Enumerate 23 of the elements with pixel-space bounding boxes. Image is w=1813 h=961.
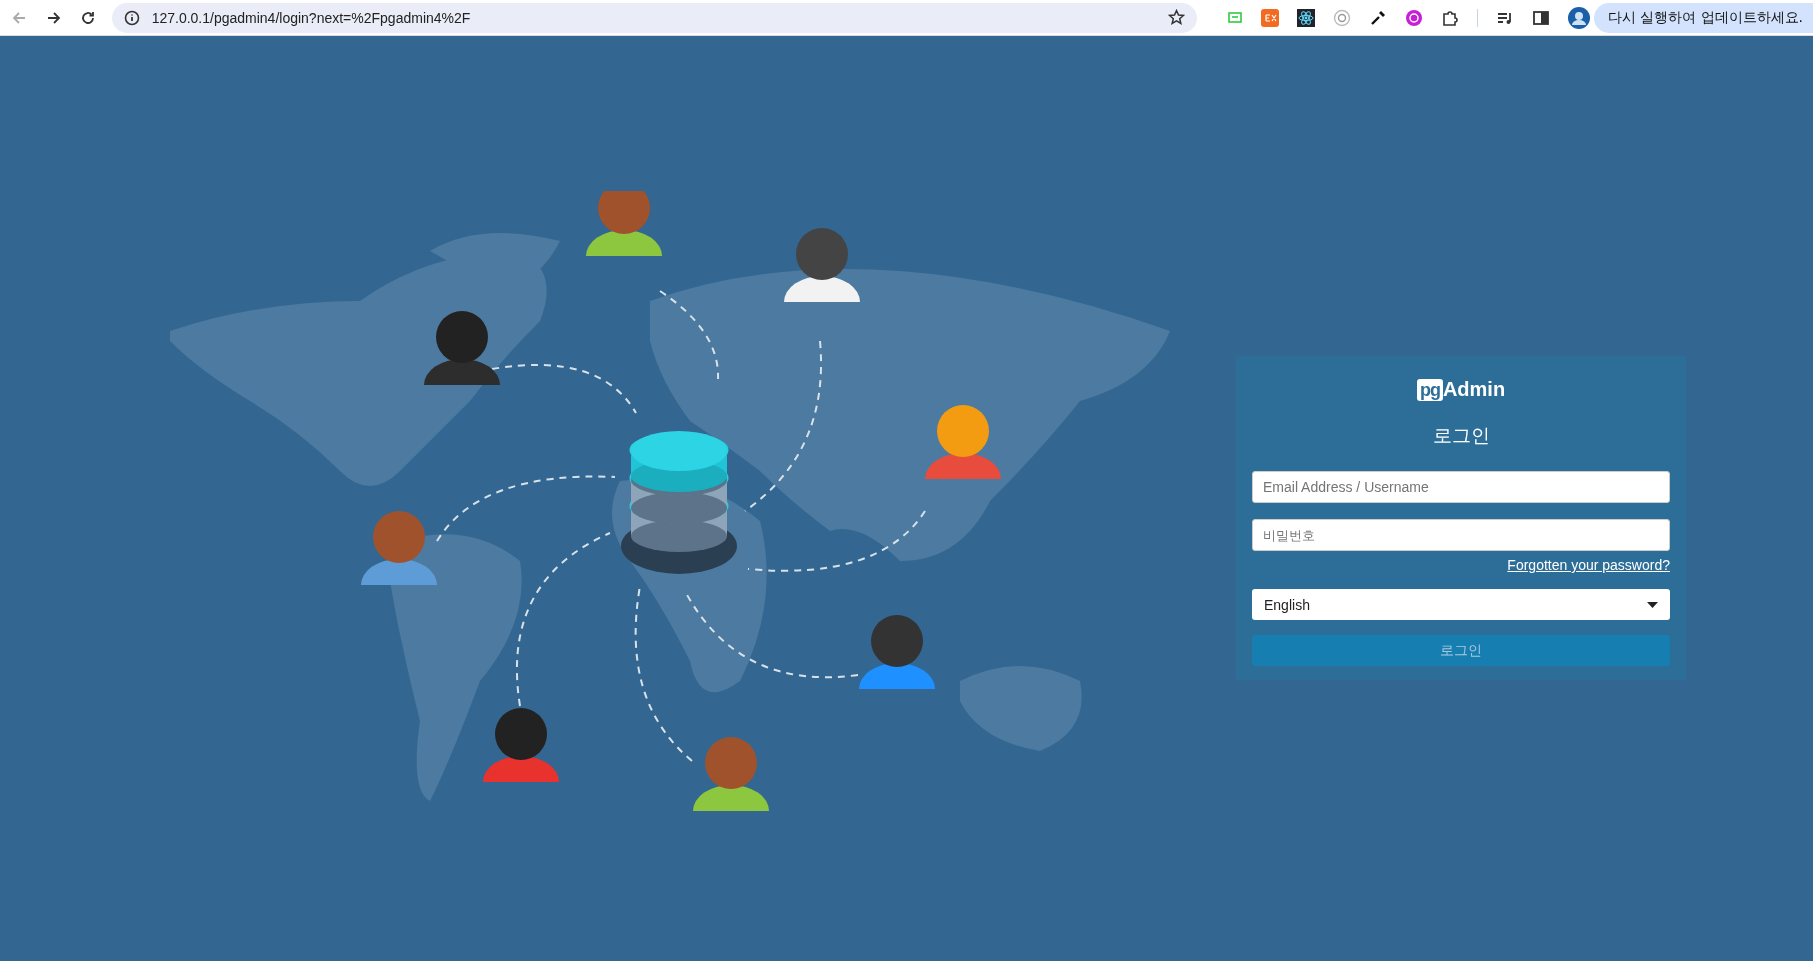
puzzle-icon[interactable] <box>1440 8 1459 27</box>
password-field[interactable]: 비밀번호 <box>1252 519 1670 551</box>
logo-box: pg <box>1416 378 1443 401</box>
side-panel-icon[interactable] <box>1531 8 1550 27</box>
login-title: 로그인 <box>1431 423 1491 448</box>
extension-badge-icon[interactable] <box>1260 8 1279 27</box>
url-text: 127.0.0.1/pgadmin4/login?next=%2Fpgadmin4%2F <box>151 9 472 26</box>
atom-icon[interactable] <box>1296 8 1315 27</box>
logo-text: Admin <box>1442 378 1506 401</box>
reload-icon <box>80 9 97 26</box>
ring-icon[interactable] <box>1332 8 1351 27</box>
language-select[interactable]: English <box>1252 589 1670 620</box>
email-field[interactable]: Email Address / Username <box>1252 471 1670 503</box>
address-bar[interactable]: 127.0.0.1/pgadmin4/login?next=%2Fpgadmin4%2F <box>111 2 1197 33</box>
back-arrow-icon <box>11 9 28 26</box>
profile-avatar-icon[interactable] <box>1567 6 1590 29</box>
caret-icon <box>1647 601 1658 608</box>
forward-arrow-icon <box>45 9 62 26</box>
circle-badge-icon[interactable] <box>1404 8 1423 27</box>
bookmark-star-icon[interactable] <box>1167 9 1185 26</box>
info-icon[interactable] <box>123 9 140 26</box>
update-button[interactable]: 다시 실행하여 업데이트하세요. <box>1593 2 1813 33</box>
forgot-password-link[interactable]: Forgotten your password? <box>1507 557 1670 573</box>
